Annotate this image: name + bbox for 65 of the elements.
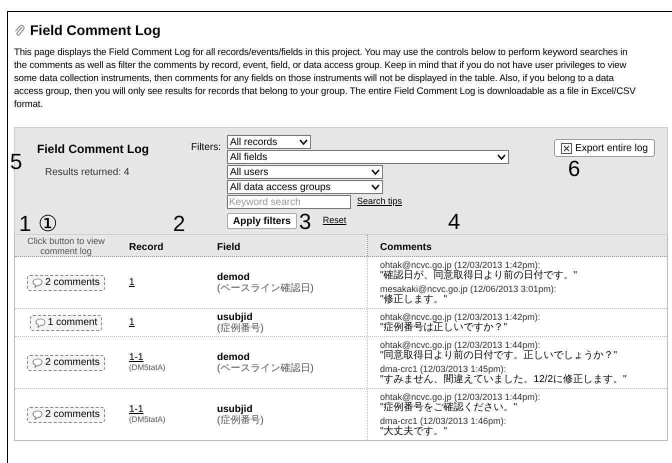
speech-bubble-icon bbox=[32, 410, 44, 420]
record-link[interactable]: 1 bbox=[129, 277, 135, 288]
column-header: Comments bbox=[367, 235, 667, 256]
field-label: (症例番号) bbox=[217, 414, 265, 426]
comments-button[interactable]: 2 comments bbox=[27, 406, 105, 422]
comment-text: "確認日が、同意取得日より前の日付です。" bbox=[380, 270, 578, 281]
annotation-number: 2 bbox=[173, 212, 186, 236]
caret-icon bbox=[497, 154, 506, 160]
record-link[interactable]: 1-1 bbox=[129, 352, 144, 363]
record-group-label: (DM5tatA) bbox=[129, 415, 166, 425]
comment-text: "症例番号は正しいですか？" bbox=[380, 322, 508, 333]
comments-button[interactable]: 2 comments bbox=[27, 354, 105, 370]
reset-link[interactable]: Reset bbox=[322, 214, 346, 228]
search-tips-link[interactable]: Search tips bbox=[357, 195, 402, 209]
comment-author: ohtak@ncvc.go.jp (12/03/2013 1:42pm): bbox=[380, 260, 542, 270]
field-label: (ベースライン確認日) bbox=[217, 282, 315, 294]
field-name: demod bbox=[217, 272, 251, 282]
speech-bubble-icon bbox=[32, 278, 44, 288]
panel-title: Field Comment Log bbox=[37, 141, 149, 158]
caret-icon bbox=[299, 139, 308, 145]
comment-author: ohtak@ncvc.go.jp (12/03/2013 1:44pm): bbox=[380, 392, 542, 402]
column-header: Click button to view comment log bbox=[26, 235, 106, 256]
field-name: usubjid bbox=[217, 404, 254, 414]
page-title: Field Comment Log bbox=[30, 21, 161, 40]
comment-author: dma-crc1 (12/03/2013 1:45pm): bbox=[380, 364, 508, 374]
annotation-number: 4 bbox=[448, 210, 460, 234]
field-label: (ベースライン確認日) bbox=[217, 362, 315, 374]
annotation-number: 5 bbox=[10, 150, 22, 174]
annotation-number: 3 bbox=[299, 210, 312, 234]
record-group-label: (DM5tatA) bbox=[129, 363, 166, 373]
comment-text: "修正します。" bbox=[380, 294, 448, 305]
record-link[interactable]: 1-1 bbox=[129, 404, 144, 415]
keyword-search-field[interactable]: Keyword search bbox=[227, 195, 351, 209]
comment-author: ohtak@ncvc.go.jp (12/03/2013 1:42pm): bbox=[380, 312, 542, 322]
paperclip-icon bbox=[14, 24, 25, 36]
comments-button[interactable]: 2 comments bbox=[27, 274, 105, 290]
comment-text: "すみません、間違えていました。12/2に修正します。" bbox=[380, 374, 628, 385]
apply-filters-button[interactable]: Apply filters bbox=[227, 213, 297, 229]
annotation-number: 1 bbox=[19, 212, 32, 236]
export-button[interactable]: Export entire log bbox=[554, 139, 655, 157]
filter-dropdown[interactable]: All data access groups bbox=[227, 180, 383, 194]
comments-button[interactable]: 1 comment bbox=[30, 314, 102, 330]
speech-bubble-icon bbox=[32, 358, 44, 368]
comment-author: mesakaki@ncvc.go.jp (12/06/2013 3:01pm): bbox=[380, 284, 558, 294]
speech-bubble-icon bbox=[34, 318, 46, 328]
field-label: (症例番号) bbox=[217, 322, 265, 334]
filter-dropdown[interactable]: All fields bbox=[227, 150, 509, 164]
annotation-number: 6 bbox=[568, 157, 580, 181]
comment-author: ohtak@ncvc.go.jp (12/03/2013 1:44pm): bbox=[380, 340, 542, 350]
field-name: usubjid bbox=[217, 312, 254, 322]
record-link[interactable]: 1 bbox=[129, 317, 135, 328]
column-header: Field bbox=[216, 241, 242, 255]
filters-label: Filters: bbox=[191, 141, 221, 155]
results-count: Results returned: 4 bbox=[45, 166, 130, 180]
annotation-number: ① bbox=[38, 212, 58, 236]
comment-author: dma-crc1 (12/03/2013 1:46pm): bbox=[380, 416, 508, 426]
filter-dropdown[interactable]: All records bbox=[227, 135, 311, 149]
description-paragraph: This page displays the Field Comment Log for all records/events/fields in this project. You may use the controls below to perform keyword searches in the comments as well as filter the comments by record, event, field, or data access group. Keep in mind that if you do not have user privileges to view some data collection instruments, then comments for any fields on those instruments will not be displayed in the table. Also, if you belong to a data access group, then you will only see results for records that belong to your group. The entire Field Comment Log is downloadable as a file in Excel/CSV format. bbox=[14, 46, 637, 111]
comment-text: "同意取得日より前の日付です。正しいでしょうか？" bbox=[380, 350, 618, 361]
spreadsheet-icon bbox=[561, 142, 572, 154]
comment-text: "大丈夫です。" bbox=[380, 426, 448, 437]
field-name: demod bbox=[217, 352, 251, 362]
column-header: Record bbox=[128, 241, 164, 255]
filter-dropdown[interactable]: All users bbox=[227, 165, 383, 179]
comment-text: "症例番号をご確認ください。" bbox=[380, 402, 518, 413]
